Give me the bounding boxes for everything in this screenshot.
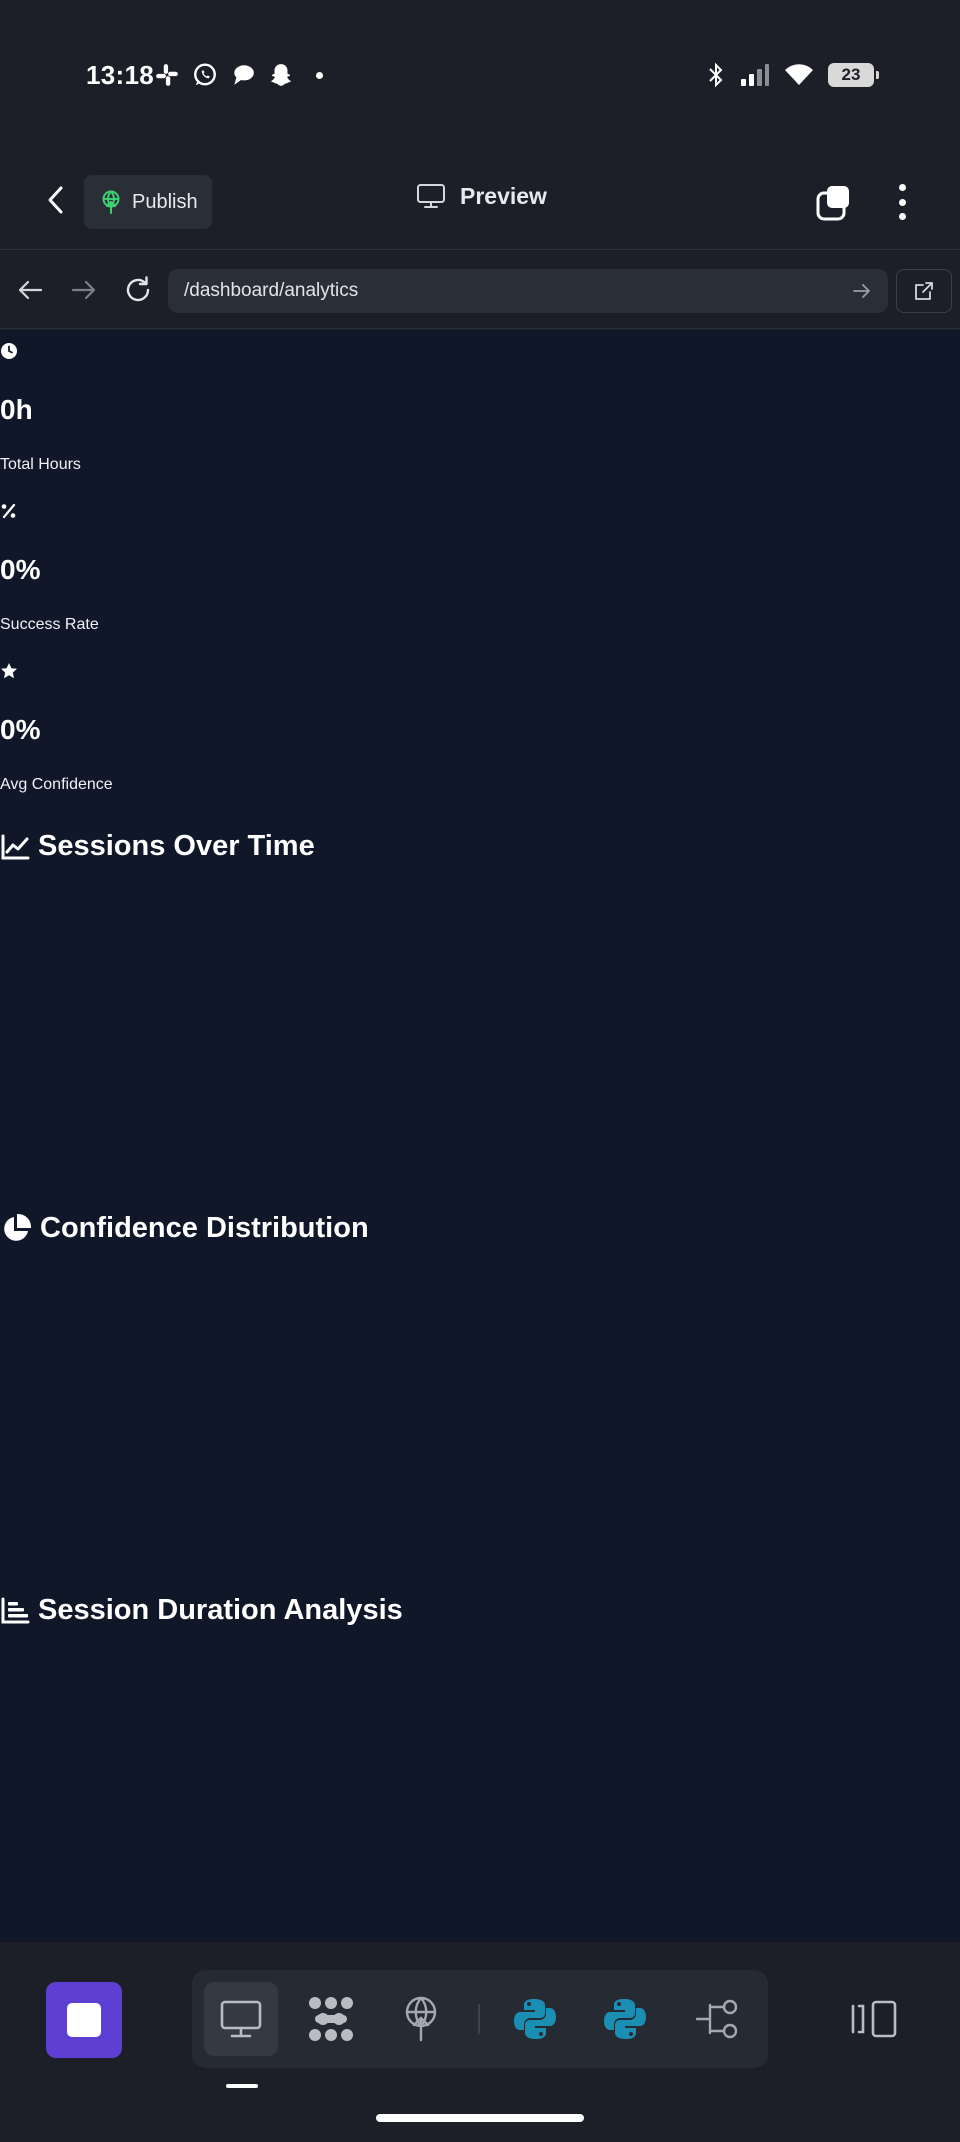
system-icons: 23 bbox=[706, 62, 879, 88]
more-notifications-dot bbox=[316, 71, 323, 79]
confidence-distribution-heading: Confidence Distribution bbox=[0, 1212, 369, 1245]
chat-bubble-icon bbox=[234, 65, 254, 85]
section-title: Session Duration Analysis bbox=[38, 1594, 403, 1626]
python-icon bbox=[514, 1999, 556, 2039]
whatsapp-icon bbox=[194, 63, 216, 86]
home-indicator[interactable] bbox=[376, 2114, 584, 2122]
tabs-icon bbox=[816, 186, 849, 221]
tabs-button[interactable] bbox=[814, 182, 854, 222]
notification-icons bbox=[154, 62, 323, 88]
tool-python-2[interactable] bbox=[588, 1982, 662, 2056]
back-button[interactable] bbox=[36, 180, 76, 220]
snapchat-icon bbox=[271, 64, 291, 86]
stat-label: Success Rate bbox=[0, 616, 99, 633]
stop-icon bbox=[67, 2003, 101, 2037]
stat-value: 0% bbox=[0, 714, 41, 745]
percent-icon bbox=[1, 503, 16, 519]
preview-title: Preview bbox=[416, 182, 547, 210]
external-link-icon bbox=[915, 282, 933, 300]
clock-icon bbox=[1, 343, 17, 359]
go-arrow-icon[interactable] bbox=[852, 282, 872, 300]
slack-icon bbox=[156, 64, 178, 86]
stop-button[interactable] bbox=[46, 1982, 122, 2058]
arrow-left-icon bbox=[18, 280, 43, 300]
reload-button[interactable] bbox=[118, 270, 158, 310]
tool-preview[interactable] bbox=[204, 1982, 278, 2056]
url-text: /dashboard/analytics bbox=[184, 280, 359, 301]
url-bar: /dashboard/analytics bbox=[0, 251, 960, 329]
stat-value: 0% bbox=[0, 554, 41, 585]
python-icon bbox=[604, 1999, 646, 2039]
sessions-over-time-heading: Sessions Over Time bbox=[0, 830, 315, 863]
bluetooth-icon bbox=[709, 62, 723, 88]
app-header: Publish Preview bbox=[0, 150, 960, 250]
tool-publish[interactable] bbox=[384, 1982, 458, 2056]
stat-value: 0h bbox=[0, 394, 33, 425]
confidence-distribution-chart bbox=[0, 1266, 960, 1566]
arrow-right-icon bbox=[71, 280, 96, 300]
monitor-icon bbox=[417, 184, 445, 208]
more-dot-icon bbox=[898, 184, 906, 191]
publish-label: Publish bbox=[132, 190, 198, 213]
reload-icon bbox=[126, 276, 150, 302]
more-options-button[interactable] bbox=[888, 180, 916, 224]
pie-chart-icon bbox=[4, 1213, 32, 1241]
more-dot-icon bbox=[898, 213, 906, 220]
analytics-page: 0h Total Hours 0% Success Rate 0% Avg Co… bbox=[0, 330, 960, 1942]
dots-grid-icon bbox=[309, 1997, 353, 2041]
tool-group bbox=[192, 1970, 768, 2068]
bottom-toolbar bbox=[0, 1942, 960, 2142]
git-branch-icon bbox=[695, 1999, 738, 2039]
tool-git-branch[interactable] bbox=[680, 1982, 754, 2056]
publish-antenna-icon bbox=[405, 1996, 437, 2042]
bar-chart-icon bbox=[1, 1597, 30, 1623]
stat-label: Total Hours bbox=[0, 456, 81, 473]
battery-indicator: 23 bbox=[828, 63, 879, 87]
nav-back-button[interactable] bbox=[10, 270, 50, 310]
nav-forward-button[interactable] bbox=[64, 270, 104, 310]
tool-dots-grid[interactable] bbox=[294, 1982, 368, 2056]
active-tool-indicator bbox=[226, 2084, 258, 2088]
signal-icon bbox=[741, 64, 769, 86]
panel-toggle-button[interactable] bbox=[846, 1994, 902, 2044]
status-time: 13:18 bbox=[86, 60, 154, 90]
chevron-left-icon bbox=[48, 186, 63, 214]
more-dot-icon bbox=[898, 198, 906, 206]
sessions-over-time-chart bbox=[0, 882, 960, 1192]
toolbar-divider bbox=[478, 2004, 480, 2034]
session-duration-chart bbox=[0, 1648, 960, 1928]
star-icon bbox=[1, 663, 17, 679]
publish-button[interactable]: Publish bbox=[84, 175, 212, 229]
preview-label: Preview bbox=[460, 182, 547, 209]
side-panel-icon bbox=[851, 2000, 897, 2038]
monitor-icon bbox=[220, 2000, 262, 2038]
status-bar: 13:18 23 bbox=[0, 0, 960, 150]
stat-label: Avg Confidence bbox=[0, 776, 113, 793]
line-chart-icon bbox=[1, 834, 30, 859]
publish-antenna-icon bbox=[102, 190, 120, 214]
url-input[interactable]: /dashboard/analytics bbox=[168, 269, 888, 313]
tool-python-1[interactable] bbox=[498, 1982, 572, 2056]
section-title: Confidence Distribution bbox=[40, 1212, 369, 1244]
open-external-button[interactable] bbox=[896, 269, 952, 313]
section-title: Sessions Over Time bbox=[38, 830, 315, 862]
session-duration-heading: Session Duration Analysis bbox=[0, 1594, 403, 1627]
wifi-icon bbox=[785, 64, 813, 85]
